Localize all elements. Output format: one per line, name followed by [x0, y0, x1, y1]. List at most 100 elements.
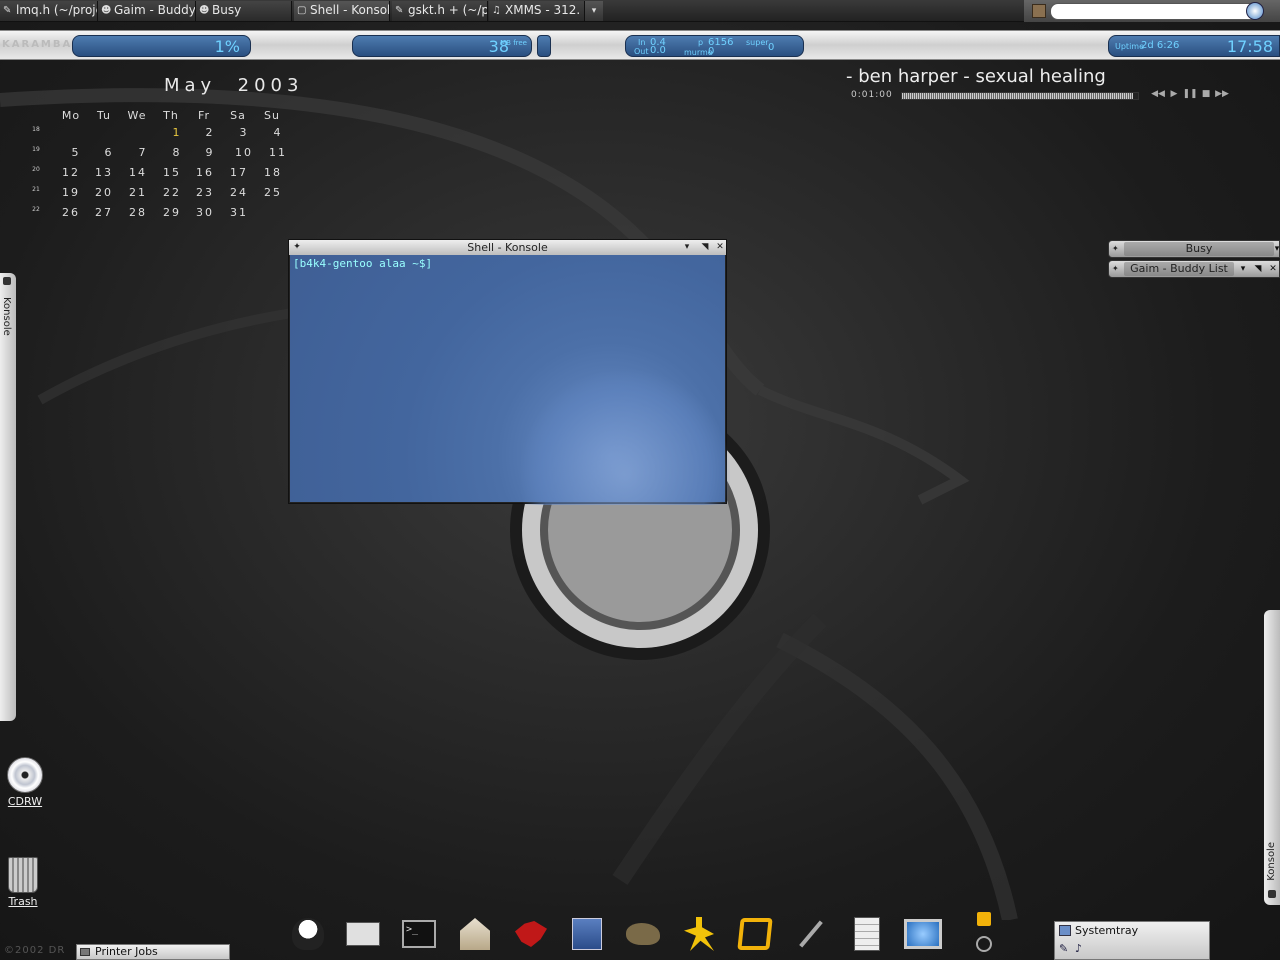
pin-icon[interactable]: ✦	[1112, 264, 1119, 273]
desktop-icon-cdrw[interactable]: CDRW	[0, 757, 50, 808]
copyright-text: ©2002 DR	[4, 945, 66, 956]
calendar-day[interactable]: 6	[94, 146, 124, 159]
calendar-day[interactable]: 3	[229, 126, 259, 139]
url-combo-input[interactable]: ▼	[1050, 3, 1264, 20]
karamba-bar: KARAMBA 1% 38 MB free In 0.4 Out 0.0 p 6…	[0, 30, 1280, 60]
task-gaim-buddy[interactable]: ☻ Gaim - Buddy L	[98, 1, 196, 21]
calendar-day[interactable]: 13	[89, 166, 119, 179]
task-busy[interactable]: ☻ Busy	[196, 1, 292, 21]
calendar-day[interactable]: 12	[56, 166, 86, 179]
play-icon[interactable]: ▶	[1166, 89, 1182, 99]
volume-icon[interactable]: ♪	[1075, 942, 1089, 956]
calendar-day[interactable]: 31	[224, 206, 254, 219]
dock-terminal[interactable]: >_	[397, 910, 441, 958]
right-konsole-panel[interactable]: Konsole	[1264, 610, 1280, 905]
calendar-day-today[interactable]: 1	[162, 126, 192, 139]
stop-icon[interactable]: ■	[1198, 89, 1214, 99]
pin-icon[interactable]	[3, 277, 11, 285]
calendar-day[interactable]: 4	[263, 126, 293, 139]
chevron-down-icon[interactable]: ▾	[1271, 242, 1280, 256]
terminal-area[interactable]: [b4k4-gentoo alaa ~$]	[290, 255, 730, 505]
dock-tux[interactable]	[286, 910, 330, 958]
calendar-day[interactable]: 16	[190, 166, 220, 179]
dock-calculator[interactable]	[845, 910, 889, 958]
calendar-day[interactable]: 15	[157, 166, 187, 179]
pin-icon[interactable]: ✦	[291, 240, 303, 255]
window-titlebar[interactable]: ✦ Shell - Konsole ▾ ◥ ✕	[289, 240, 726, 255]
calendar-day[interactable]: 28	[123, 206, 153, 219]
clock: 17:58	[1226, 37, 1273, 56]
dock-mozilla[interactable]	[509, 910, 553, 958]
dock-home[interactable]	[453, 910, 497, 958]
close-icon[interactable]: ✕	[1267, 262, 1279, 276]
song-progress-bar[interactable]	[901, 92, 1139, 100]
dock-office[interactable]	[733, 910, 777, 958]
minimize-icon[interactable]: ▾	[681, 240, 693, 255]
calendar-day[interactable]: 25	[258, 186, 288, 199]
uptime-label: Uptime	[1115, 42, 1145, 51]
konqueror-icon[interactable]	[1246, 2, 1264, 20]
calendar-day[interactable]: 9	[195, 146, 225, 159]
calendar-day[interactable]: 29	[157, 206, 187, 219]
pause-icon[interactable]: ❚❚	[1182, 89, 1198, 99]
calendar-day[interactable]: 10	[229, 146, 259, 159]
taskbar-more-button[interactable]: ▾	[585, 1, 603, 21]
launcher-dock: >_	[286, 910, 1006, 958]
dock-aim[interactable]	[677, 910, 721, 958]
calendar-day[interactable]: 19	[56, 186, 86, 199]
power-icon[interactable]	[976, 936, 992, 952]
notes-icon[interactable]: ✎	[1059, 942, 1073, 956]
calendar-day[interactable]: 22	[157, 186, 187, 199]
calendar-day[interactable]: 5	[61, 146, 91, 159]
calendar-day[interactable]: 27	[89, 206, 119, 219]
dock-lock-logout[interactable]	[962, 910, 1006, 958]
chevron-down-icon[interactable]: ▾	[1237, 262, 1249, 276]
package-icon[interactable]	[1032, 4, 1046, 18]
minimized-gaim-buddy-list[interactable]: ✦ Gaim - Buddy List ▾ ◥ ✕	[1108, 260, 1280, 278]
dock-gimp[interactable]	[621, 910, 665, 958]
previous-icon[interactable]: ◀◀	[1150, 89, 1166, 99]
window-title: Shell - Konsole	[467, 241, 548, 254]
calendar-day[interactable]: 17	[224, 166, 254, 179]
pin-icon[interactable]: ✦	[1112, 244, 1119, 253]
dock-screensaver[interactable]	[901, 910, 945, 958]
close-icon[interactable]: ✕	[714, 240, 726, 255]
printer-jobs-applet[interactable]: Printer Jobs	[76, 944, 230, 960]
calendar-day[interactable]: 14	[123, 166, 153, 179]
net-right-value: 0	[768, 42, 775, 53]
calendar-day[interactable]: 23	[190, 186, 220, 199]
minimized-label: Busy	[1124, 242, 1274, 256]
calendar-day[interactable]: 2	[195, 126, 225, 139]
maximize-icon[interactable]: ◥	[699, 240, 711, 255]
task-konsole[interactable]: ▢ Shell - Konsole	[294, 1, 390, 21]
calendar-day[interactable]: 26	[56, 206, 86, 219]
calendar-day[interactable]: 7	[128, 146, 158, 159]
memory-meter: 38 MB free	[352, 35, 532, 57]
desktop-icon-label: CDRW	[7, 795, 43, 808]
calendar-day[interactable]: 18	[258, 166, 288, 179]
calendar-day[interactable]: 21	[123, 186, 153, 199]
dock-package-manager[interactable]	[341, 910, 385, 958]
calendar-header: Mo	[61, 109, 81, 122]
calendar-header: Th	[163, 109, 179, 122]
konsole-window: ✦ Shell - Konsole ▾ ◥ ✕ [b4k4-gentoo ala…	[288, 239, 730, 505]
left-konsole-panel[interactable]: Konsole	[0, 273, 16, 721]
task-lmq-editor[interactable]: ✎ lmq.h (~/project	[0, 1, 98, 21]
task-xmms[interactable]: ♫ XMMS - 312. -	[489, 1, 585, 21]
lock-icon[interactable]	[977, 912, 991, 926]
dock-pen[interactable]	[789, 910, 833, 958]
desktop-icon-trash[interactable]: Trash	[0, 857, 48, 908]
maximize-icon[interactable]: ◥	[1252, 262, 1264, 276]
pin-icon[interactable]	[1268, 890, 1276, 898]
network-meter: In 0.4 Out 0.0 p 6156 murme 0 super 0	[625, 35, 804, 57]
meter-toggle[interactable]	[537, 35, 551, 57]
calendar-day[interactable]: 8	[162, 146, 192, 159]
calendar-day[interactable]: 24	[224, 186, 254, 199]
minimized-busy[interactable]: ✦ Busy ▾	[1108, 240, 1280, 258]
task-gskt-editor[interactable]: ✎ gskt.h + (~/proj	[392, 1, 488, 21]
next-icon[interactable]: ▶▶	[1214, 89, 1230, 99]
calendar-day[interactable]: 11	[263, 146, 293, 159]
calendar-day[interactable]: 20	[89, 186, 119, 199]
calendar-day[interactable]: 30	[190, 206, 220, 219]
dock-mail[interactable]	[565, 910, 609, 958]
